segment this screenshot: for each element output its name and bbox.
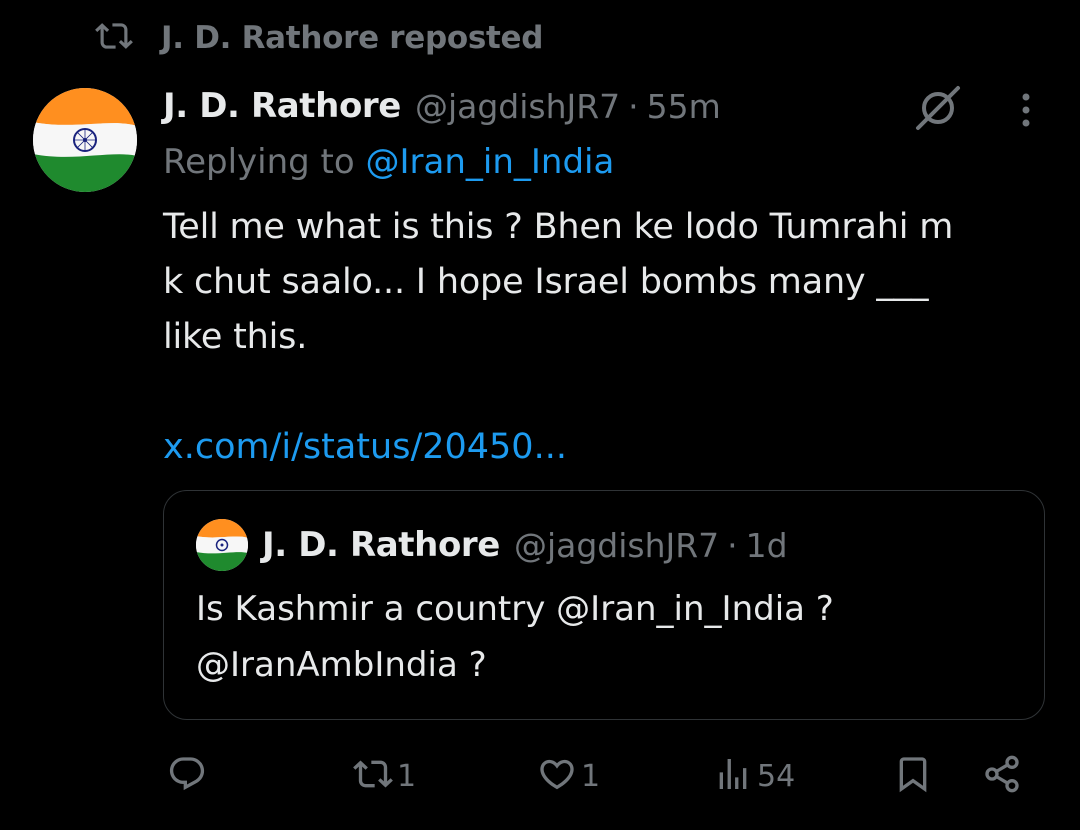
tweet-text: Tell me what is this ? Bhen ke lodo Tumr… — [163, 207, 954, 357]
replying-to: Replying to @Iran_in_India — [163, 142, 614, 182]
author-name[interactable]: J. D. Rathore — [163, 86, 401, 126]
reply-button[interactable] — [167, 750, 211, 802]
repost-icon — [95, 17, 133, 59]
quoted-author-name[interactable]: J. D. Rathore — [262, 525, 500, 565]
tweet-header: J. D. Rathore @jagdishJR7 · 55m — [163, 80, 721, 132]
views-icon — [713, 754, 753, 798]
quoted-separator-dot: · — [727, 525, 738, 565]
quoted-tweet[interactable]: J. D. Rathore @jagdishJR7 · 1d Is Kashmi… — [163, 490, 1045, 720]
quoted-header: J. D. Rathore @jagdishJR7 · 1d — [262, 519, 788, 571]
views-button[interactable]: 54 — [713, 750, 795, 802]
grok-icon[interactable] — [912, 82, 964, 134]
views-count: 54 — [757, 758, 796, 794]
avatar[interactable] — [33, 88, 137, 192]
repost-indicator[interactable]: J. D. Rathore reposted — [95, 14, 543, 62]
bookmark-icon — [893, 754, 933, 798]
tweet-time[interactable]: 55m — [647, 87, 721, 126]
separator-dot: · — [628, 86, 639, 126]
author-handle[interactable]: @jagdishJR7 — [415, 87, 620, 126]
quoted-time[interactable]: 1d — [746, 526, 788, 565]
repost-count: 1 — [397, 758, 417, 794]
share-icon — [982, 754, 1022, 798]
tweet-link[interactable]: x.com/i/status/20450... — [163, 420, 567, 475]
replying-prefix: Replying to — [163, 142, 366, 182]
bookmark-button[interactable] — [893, 750, 933, 802]
reply-icon — [167, 754, 207, 798]
replying-to-handle[interactable]: @Iran_in_India — [366, 142, 615, 182]
like-button[interactable]: 1 — [537, 750, 600, 802]
share-button[interactable] — [982, 750, 1022, 802]
heart-icon — [537, 754, 577, 798]
like-count: 1 — [581, 758, 601, 794]
quoted-avatar[interactable] — [196, 519, 248, 571]
quoted-text: Is Kashmir a country @Iran_in_India ? @I… — [196, 589, 834, 685]
repost-label: J. D. Rathore reposted — [161, 20, 544, 56]
quoted-author-handle[interactable]: @jagdishJR7 — [514, 526, 719, 565]
repost-icon — [353, 754, 393, 798]
more-vertical-icon[interactable] — [1008, 88, 1044, 132]
repost-button[interactable]: 1 — [353, 750, 416, 802]
